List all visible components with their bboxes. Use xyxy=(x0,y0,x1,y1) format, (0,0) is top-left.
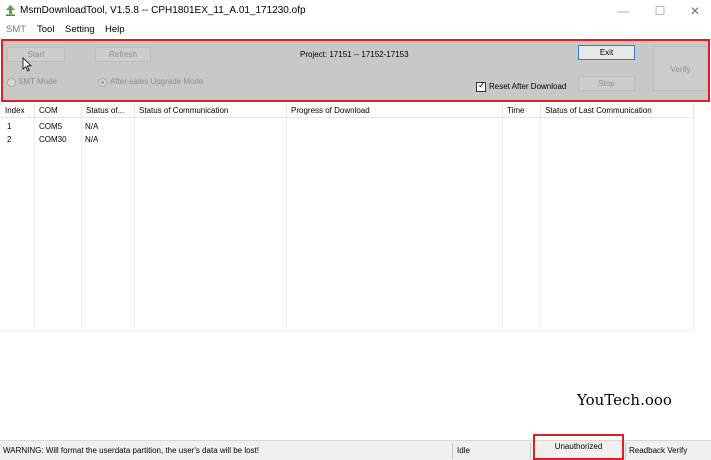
row-2-status: N/A xyxy=(85,135,99,144)
status-state: Idle xyxy=(457,446,470,455)
column-index[interactable]: Index xyxy=(1,104,35,118)
status-divider xyxy=(452,443,453,459)
close-button[interactable]: ✕ xyxy=(680,2,710,20)
column-status-of-last-communication[interactable]: Status of Last Communication xyxy=(541,104,694,118)
menu-smt[interactable]: SMT xyxy=(6,24,26,35)
column-time[interactable]: Time xyxy=(503,104,541,118)
stop-button[interactable]: Stop xyxy=(578,76,635,91)
status-authorization: Unauthorized xyxy=(533,434,624,460)
row-2-index: 2 xyxy=(7,135,12,144)
exit-button[interactable]: Exit xyxy=(578,45,635,60)
cursor-icon xyxy=(22,57,32,72)
column-divider xyxy=(693,118,694,331)
radio-selected-dot xyxy=(101,81,104,84)
refresh-button[interactable]: Refresh xyxy=(95,47,151,62)
check-icon: ✓ xyxy=(478,80,486,90)
menu-setting[interactable]: Setting xyxy=(65,24,95,35)
smt-mode-radio[interactable] xyxy=(7,78,16,87)
column-status-of-communication[interactable]: Status of Communication xyxy=(135,104,287,118)
column-progress-of-download[interactable]: Progress of Download xyxy=(287,104,503,118)
window-title: MsmDownloadTool, V1.5.8 -- CPH1801EX_11_… xyxy=(20,5,306,16)
verify-button[interactable]: Verify xyxy=(653,46,708,91)
after-sales-mode-radio[interactable] xyxy=(98,78,107,87)
start-button[interactable]: Start xyxy=(7,47,65,62)
column-divider xyxy=(286,118,287,331)
row-1-com: COM5 xyxy=(39,122,63,131)
title-bar: MsmDownloadTool, V1.5.8 -- CPH1801EX_11_… xyxy=(0,0,711,22)
grid-bottom-line xyxy=(1,331,694,332)
column-divider xyxy=(540,118,541,331)
project-label: Project: 17151 -- 17152-17153 xyxy=(300,50,409,59)
status-bar: WARNING: Will format the userdata partit… xyxy=(0,434,711,460)
minimize-button[interactable]: — xyxy=(608,2,638,20)
column-divider xyxy=(81,118,82,331)
status-divider xyxy=(625,443,626,459)
menu-tool[interactable]: Tool xyxy=(37,24,54,35)
reset-after-download-label: Reset After Download xyxy=(489,82,567,91)
column-divider xyxy=(502,118,503,331)
row-1-index: 1 xyxy=(7,122,12,131)
smt-mode-label: SMT Mode xyxy=(18,77,57,86)
row-1-status: N/A xyxy=(85,122,99,131)
maximize-button[interactable]: ☐ xyxy=(645,2,675,20)
column-com[interactable]: COM xyxy=(35,104,82,118)
menu-bar: SMT Tool Setting Help xyxy=(0,22,711,38)
watermark-text: YouTech.ooo xyxy=(577,391,672,409)
device-list[interactable]: Index COM Status of... Status of Communi… xyxy=(1,104,709,438)
row-2-com: COM30 xyxy=(39,135,67,144)
reset-after-download-checkbox[interactable]: ✓ xyxy=(476,80,486,92)
control-panel: Start Refresh Project: 17151 -- 17152-17… xyxy=(1,39,710,102)
column-status[interactable]: Status of... xyxy=(82,104,135,118)
status-readback-verify: Readback Verify xyxy=(629,446,688,455)
status-warning: WARNING: Will format the userdata partit… xyxy=(3,446,259,455)
status-divider xyxy=(530,443,531,459)
menu-help[interactable]: Help xyxy=(105,24,125,35)
column-divider xyxy=(34,118,35,331)
app-icon xyxy=(6,5,15,16)
after-sales-mode-label: After-sales Upgrade Mode xyxy=(110,77,204,86)
column-divider xyxy=(134,118,135,331)
